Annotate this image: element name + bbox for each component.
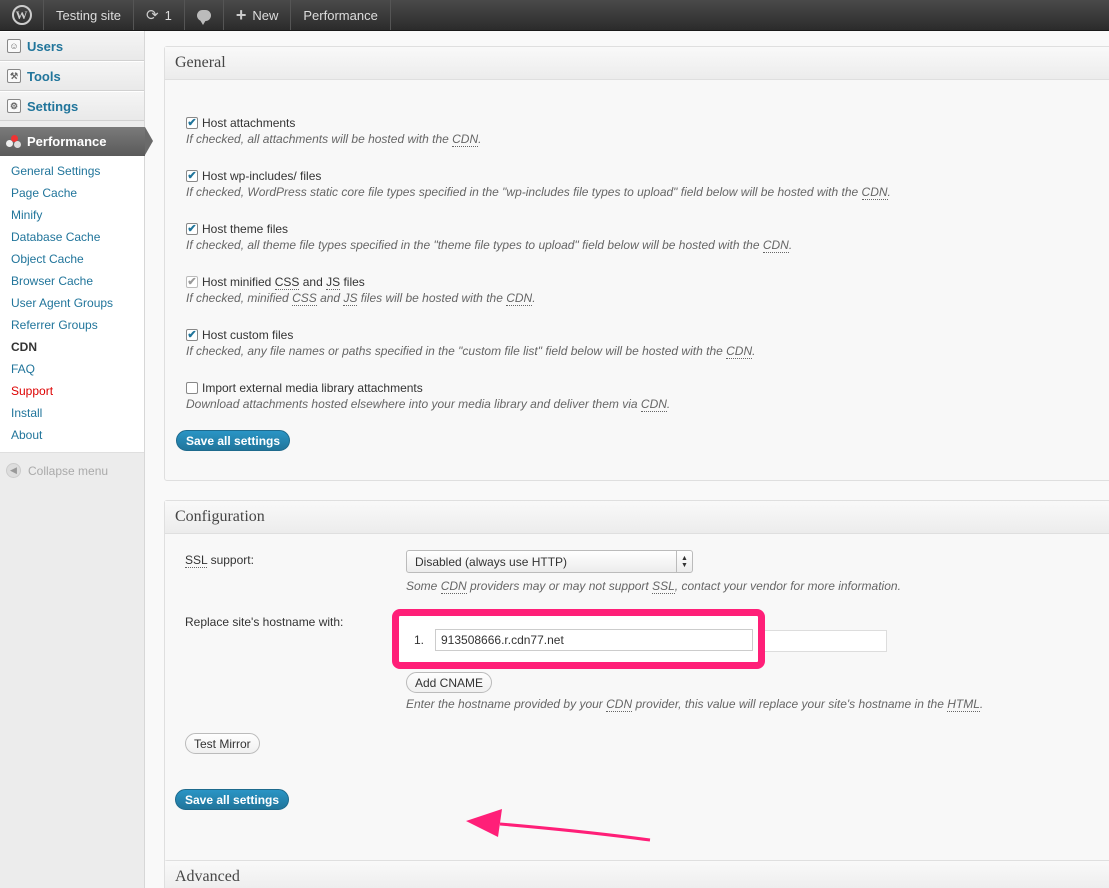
option-label[interactable]: ✔ Host minified CSS and JS files [186, 275, 536, 290]
submenu-install[interactable]: Install [0, 402, 144, 424]
comments-menu[interactable] [185, 0, 224, 30]
submenu-cdn[interactable]: CDN [0, 336, 144, 358]
ssl-support-description: Some CDN providers may or may not suppor… [406, 579, 901, 594]
host-attachments-checkbox[interactable]: ✔ [186, 117, 198, 129]
sidebar-item-performance[interactable]: Performance [0, 127, 153, 156]
collapse-menu-button[interactable]: ◀ Collapse menu [0, 453, 144, 478]
option-description: If checked, all theme file types specifi… [186, 238, 793, 253]
option-host-wp-includes: ✔ Host wp-includes/ files If checked, Wo… [186, 169, 891, 200]
wordpress-logo-menu[interactable]: W [0, 0, 44, 30]
plus-icon: + [235, 5, 247, 25]
option-import-external-media: Import external media library attachment… [186, 381, 671, 412]
hostname-label: Replace site's hostname with: [185, 615, 344, 629]
site-name-label: Testing site [56, 7, 122, 23]
ssl-support-select[interactable]: Disabled (always use HTTP) ▲ ▼ [406, 550, 693, 573]
new-label: New [252, 7, 279, 23]
test-mirror-button[interactable]: Test Mirror [185, 733, 260, 754]
submenu-page-cache[interactable]: Page Cache [0, 182, 144, 204]
refresh-icon: ⟳ [146, 7, 159, 24]
submenu-database-cache[interactable]: Database Cache [0, 226, 144, 248]
advanced-title[interactable]: Advanced [165, 861, 1109, 888]
sidebar-item-users[interactable]: ☺ Users [0, 31, 144, 61]
collapse-menu-label: Collapse menu [28, 463, 109, 478]
ssl-support-value: Disabled (always use HTTP) [415, 554, 568, 569]
advanced-postbox: Advanced [164, 860, 1109, 888]
updates-count: 1 [164, 7, 172, 23]
performance-submenu: General Settings Page Cache Minify Datab… [0, 156, 144, 453]
option-label[interactable]: ✔ Host theme files [186, 222, 792, 236]
submenu-general-settings[interactable]: General Settings [0, 160, 144, 182]
cname-input[interactable] [435, 629, 753, 651]
hostname-description: Enter the hostname provided by your CDN … [406, 697, 984, 712]
ssl-support-label: SSL support: [185, 553, 254, 568]
tools-icon: ⚒ [7, 69, 21, 83]
host-theme-files-checkbox[interactable]: ✔ [186, 223, 198, 235]
admin-bar: W Testing site ⟳ 1 + New Performance [0, 0, 1109, 31]
option-description: If checked, any file names or paths spec… [186, 344, 756, 359]
settings-icon: ⚙ [7, 99, 21, 113]
option-label[interactable]: ✔ Host attachments [186, 116, 481, 130]
configuration-save-all-settings-button[interactable]: Save all settings [175, 789, 290, 810]
submenu-minify[interactable]: Minify [0, 204, 144, 226]
submenu-object-cache[interactable]: Object Cache [0, 248, 144, 270]
option-description: If checked, WordPress static core file t… [186, 185, 891, 200]
submenu-user-agent-groups[interactable]: User Agent Groups [0, 292, 144, 314]
performance-label: Performance [303, 7, 378, 23]
option-label[interactable]: ✔ Host custom files [186, 328, 755, 342]
general-postbox: General ✔ Host attachments If checked, a… [164, 46, 1109, 481]
collapse-arrow-icon: ◀ [6, 463, 21, 478]
general-save-all-settings-button[interactable]: Save all settings [176, 430, 291, 451]
configuration-title[interactable]: Configuration [165, 501, 1109, 534]
submenu-browser-cache[interactable]: Browser Cache [0, 270, 144, 292]
option-host-minified: ✔ Host minified CSS and JS files If chec… [186, 275, 536, 306]
cname-input-extension [765, 630, 887, 652]
performance-icon [6, 134, 22, 149]
select-arrows-icon: ▲ ▼ [676, 551, 692, 572]
sidebar-item-label: Settings [27, 98, 79, 114]
site-name-menu[interactable]: Testing site [44, 0, 135, 30]
general-title[interactable]: General [165, 47, 1109, 80]
option-description: If checked, all attachments will be host… [186, 132, 482, 147]
wordpress-logo-icon: W [11, 5, 32, 25]
performance-menu[interactable]: Performance [291, 0, 391, 30]
admin-sidebar: ☺ Users ⚒ Tools ⚙ Settings Performance G… [0, 31, 153, 888]
option-description: Download attachments hosted elsewhere in… [186, 397, 671, 412]
host-minified-checkbox[interactable]: ✔ [186, 276, 198, 288]
host-custom-files-checkbox[interactable]: ✔ [186, 329, 198, 341]
comment-bubble-icon [196, 9, 211, 25]
option-label[interactable]: Import external media library attachment… [186, 381, 670, 395]
updates-menu[interactable]: ⟳ 1 [134, 0, 185, 30]
cname-number: 1. [414, 633, 425, 647]
import-external-media-checkbox[interactable] [186, 382, 198, 394]
sidebar-item-tools[interactable]: ⚒ Tools [0, 61, 144, 91]
users-icon: ☺ [7, 39, 21, 53]
option-label[interactable]: ✔ Host wp-includes/ files [186, 169, 891, 183]
add-cname-button[interactable]: Add CNAME [406, 672, 493, 693]
pointer-arrow-annotation [466, 809, 651, 842]
option-host-theme-files: ✔ Host theme files If checked, all theme… [186, 222, 793, 253]
submenu-about[interactable]: About [0, 424, 144, 446]
submenu-faq[interactable]: FAQ [0, 358, 144, 380]
option-host-attachments: ✔ Host attachments If checked, all attac… [186, 116, 482, 147]
option-description: If checked, minified CSS and JS files wi… [186, 291, 536, 306]
option-host-custom-files: ✔ Host custom files If checked, any file… [186, 328, 756, 359]
sidebar-item-label: Tools [27, 68, 61, 84]
sidebar-item-label: Performance [27, 134, 107, 149]
host-wp-includes-checkbox[interactable]: ✔ [186, 170, 198, 182]
sidebar-item-settings[interactable]: ⚙ Settings [0, 91, 144, 121]
sidebar-item-label: Users [27, 38, 64, 54]
new-content-menu[interactable]: + New [224, 0, 292, 30]
submenu-support[interactable]: Support [0, 380, 144, 402]
submenu-referrer-groups[interactable]: Referrer Groups [0, 314, 144, 336]
